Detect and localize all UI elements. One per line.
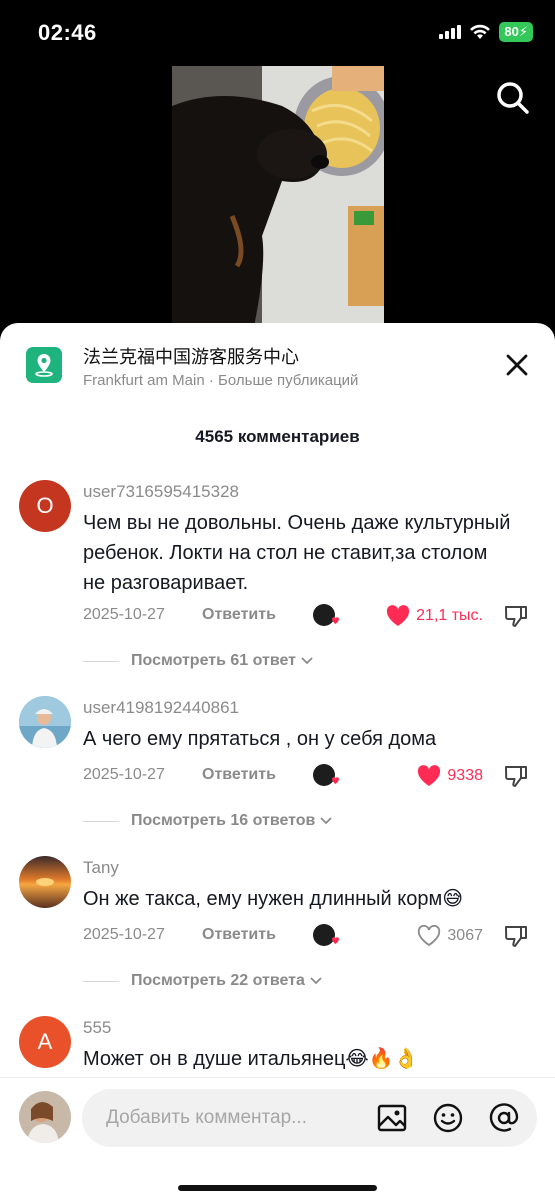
view-replies-button[interactable]: Посмотреть 22 ответа xyxy=(83,968,543,994)
avatar-letter: O xyxy=(36,493,54,518)
dislike-icon[interactable] xyxy=(503,923,529,949)
comment-username[interactable]: 555 xyxy=(83,1018,111,1038)
home-indicator xyxy=(178,1185,377,1191)
comment-meta: 2025-10-27 Ответить 3067 xyxy=(83,922,543,950)
view-replies-button[interactable]: Посмотреть 61 ответ xyxy=(83,648,543,674)
like-button[interactable]: 3067 xyxy=(417,922,483,950)
avatar-image xyxy=(19,696,71,748)
chevron-down-icon xyxy=(301,657,313,665)
heart-filled-icon xyxy=(387,605,410,626)
view-replies-label: Посмотреть 16 ответов xyxy=(131,812,316,829)
avatar[interactable]: O xyxy=(19,480,71,532)
avatar[interactable] xyxy=(19,856,71,908)
avatar-letter: A xyxy=(37,1029,53,1054)
reply-button[interactable]: Ответить xyxy=(202,606,276,624)
dog-eating-pasta-image xyxy=(172,66,384,336)
location-pin-icon xyxy=(26,347,62,383)
location-header[interactable]: 法兰克福中国游客服务中心 Frankfurt am Main · Больше … xyxy=(0,323,555,403)
creator-liked-icon xyxy=(313,604,339,626)
comment-text: Чем вы не довольны. Очень даже культурны… xyxy=(83,512,511,594)
my-avatar[interactable] xyxy=(19,1091,71,1143)
chevron-down-icon xyxy=(320,817,333,825)
avatar[interactable] xyxy=(19,696,71,748)
view-replies-label: Посмотреть 22 ответа xyxy=(131,972,305,989)
avatar[interactable]: A xyxy=(19,1016,71,1068)
avatar-image xyxy=(19,1091,71,1143)
comment-meta: 2025-10-27 Ответить 9338 xyxy=(83,762,543,790)
location-title[interactable]: 法兰克福中国游客服务中心 xyxy=(83,343,299,369)
like-count: 3067 xyxy=(447,927,483,944)
video-thumbnail[interactable] xyxy=(172,66,384,336)
view-replies-label: Посмотреть 61 ответ xyxy=(131,652,296,669)
view-replies-button[interactable]: Посмотреть 16 ответов xyxy=(83,808,543,834)
creator-liked-icon xyxy=(313,764,339,786)
comment-username[interactable]: Tany xyxy=(83,858,119,878)
like-count: 21,1 тыс. xyxy=(416,607,483,624)
reply-button[interactable]: Ответить xyxy=(202,926,276,944)
comment-text: А чего ему прятаться , он у себя дома xyxy=(83,728,437,750)
creator-liked-icon xyxy=(313,924,339,946)
like-button[interactable]: 9338 xyxy=(417,762,483,790)
dislike-icon[interactable] xyxy=(503,603,529,629)
reply-button[interactable]: Ответить xyxy=(202,766,276,784)
comments-count: 4565 комментариев xyxy=(195,427,360,446)
close-icon[interactable] xyxy=(501,349,533,381)
comment-text: Может он в душе итальянец😂🔥👌 xyxy=(83,1048,419,1070)
comment-input-placeholder: Добавить комментар... xyxy=(106,1107,307,1128)
avatar-image xyxy=(19,856,71,908)
heart-filled-icon xyxy=(418,765,441,786)
comments-sheet: 法兰克福中国游客服务中心 Frankfurt am Main · Больше … xyxy=(0,323,555,1200)
like-button[interactable]: 21,1 тыс. xyxy=(386,602,483,630)
comment-date: 2025-10-27 xyxy=(83,606,165,623)
location-subtitle[interactable]: Frankfurt am Main · Больше публикаций xyxy=(83,372,358,389)
comment-text: Он же такса, ему нужен длинный корм😅 xyxy=(83,888,464,910)
comment-date: 2025-10-27 xyxy=(83,926,165,943)
comment-meta: 2025-10-27 Ответить 21,1 тыс. xyxy=(83,602,543,630)
image-icon[interactable] xyxy=(376,1102,408,1134)
chevron-down-icon xyxy=(310,977,322,985)
comment-username[interactable]: user4198192440861 xyxy=(83,698,239,718)
comment-username[interactable]: user7316595415328 xyxy=(83,482,239,502)
like-count: 9338 xyxy=(447,767,483,784)
comment-date: 2025-10-27 xyxy=(83,766,165,783)
emoji-icon[interactable] xyxy=(432,1102,464,1134)
dislike-icon[interactable] xyxy=(503,763,529,789)
comment-input[interactable]: Добавить комментар... xyxy=(82,1089,537,1147)
comment-input-bar: Добавить комментар... xyxy=(0,1077,555,1200)
search-icon[interactable] xyxy=(495,80,531,116)
heart-outline-icon xyxy=(418,925,441,947)
video-preview[interactable] xyxy=(0,0,555,340)
mention-icon[interactable] xyxy=(488,1102,520,1134)
